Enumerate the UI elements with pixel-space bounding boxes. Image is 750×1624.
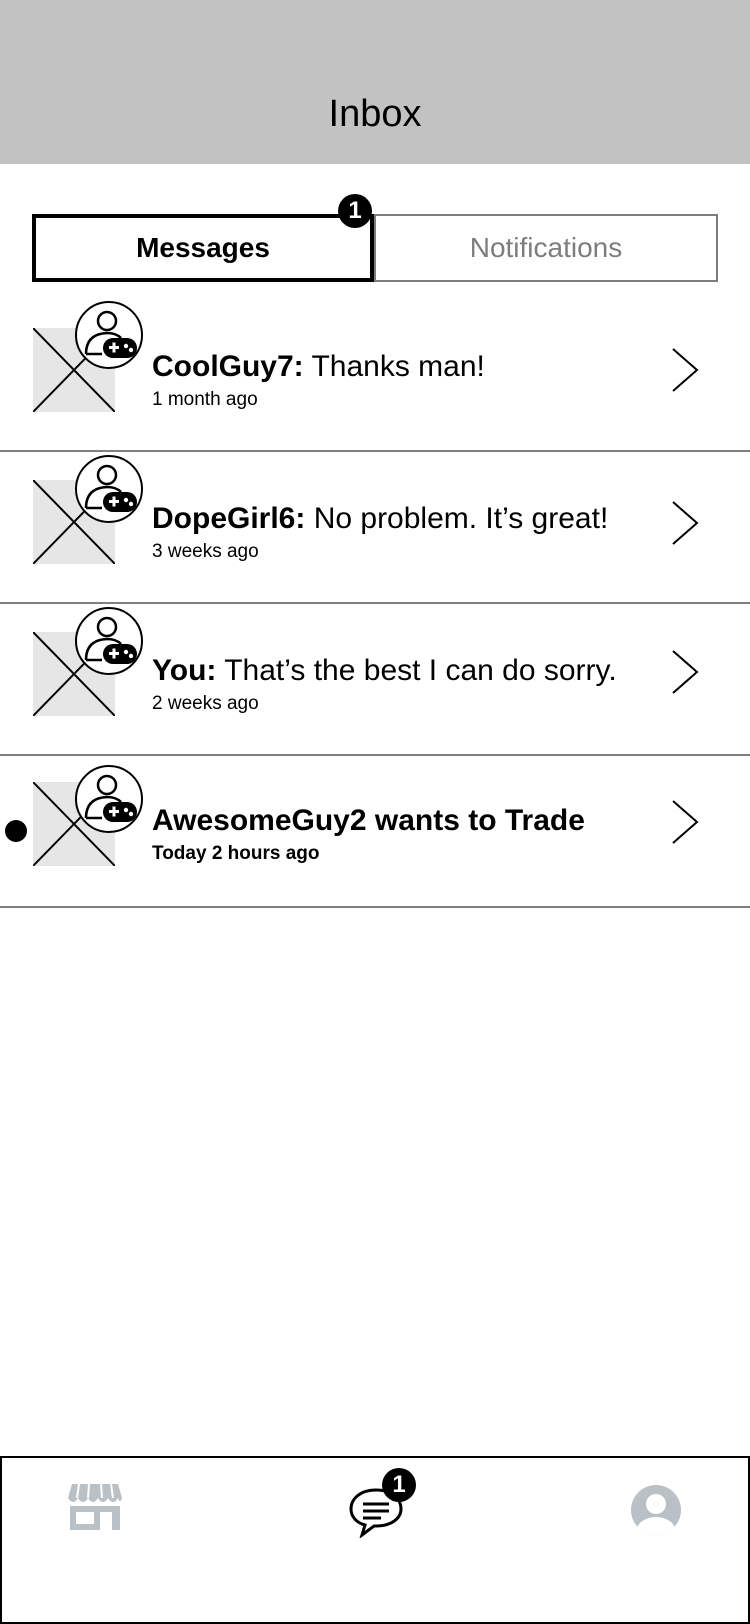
conversation-item[interactable]: AwesomeGuy2 wants to Trade Today 2 hours… <box>0 756 750 908</box>
tab-notifications[interactable]: Notifications <box>374 214 718 282</box>
message-text: Thanks man! <box>303 350 485 383</box>
message-preview: CoolGuy7: Thanks man! <box>152 350 485 384</box>
tab-messages-label: Messages <box>136 232 270 263</box>
tab-notifications-label: Notifications <box>469 232 623 263</box>
message-timestamp: 1 month ago <box>152 389 258 410</box>
message-preview: AwesomeGuy2 wants to Trade <box>152 804 585 838</box>
page-title: Inbox <box>328 93 422 135</box>
conversation-item[interactable]: You: That’s the best I can do sorry. 2 w… <box>0 604 750 756</box>
bottom-navigation: 1 <box>0 1456 750 1624</box>
gamer-avatar-icon <box>75 607 143 675</box>
sender-name: CoolGuy7: <box>152 350 304 383</box>
message-text: That’s the best I can do sorry. <box>216 654 617 687</box>
chevron-right-icon <box>672 501 699 545</box>
sender-name: AwesomeGuy2 wants to Trade <box>152 804 585 837</box>
chevron-right-icon <box>672 348 699 392</box>
message-timestamp: 2 weeks ago <box>152 693 259 714</box>
app-header: Inbox <box>0 0 750 164</box>
message-timestamp: Today 2 hours ago <box>152 843 320 864</box>
chevron-right-icon <box>672 650 699 694</box>
sender-name: DopeGirl6: <box>152 502 306 535</box>
message-preview: You: That’s the best I can do sorry. <box>152 654 617 688</box>
gamer-avatar-icon <box>75 301 143 369</box>
chevron-right-icon <box>672 800 699 844</box>
sender-name: You: <box>152 654 217 687</box>
profile-icon[interactable] <box>630 1484 682 1536</box>
message-text: No problem. It’s great! <box>305 502 609 535</box>
conversation-item[interactable]: CoolGuy7: Thanks man! 1 month ago <box>0 300 750 452</box>
message-timestamp: 3 weeks ago <box>152 541 259 562</box>
chat-count-badge: 1 <box>382 1468 416 1502</box>
row-divider <box>0 906 750 908</box>
unread-indicator <box>5 820 27 842</box>
messages-count-badge: 1 <box>338 194 372 228</box>
inbox-tabs: Messages Notifications 1 <box>32 194 718 282</box>
store-icon[interactable] <box>66 1480 124 1532</box>
gamer-avatar-icon <box>75 455 143 523</box>
tab-messages[interactable]: Messages <box>32 214 374 282</box>
gamer-avatar-icon <box>75 765 143 833</box>
conversation-item[interactable]: DopeGirl6: No problem. It’s great! 3 wee… <box>0 452 750 604</box>
message-preview: DopeGirl6: No problem. It’s great! <box>152 502 608 536</box>
